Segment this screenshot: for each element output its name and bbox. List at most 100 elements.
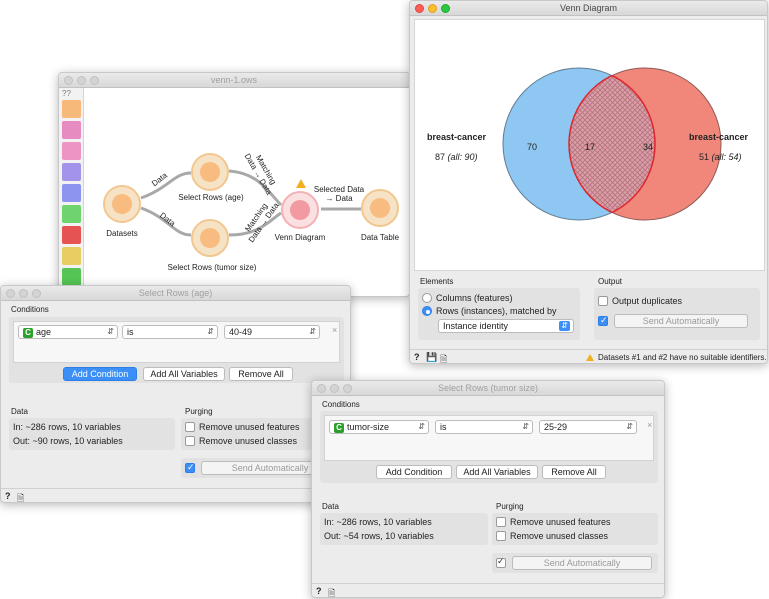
age-statusbar: ? 🗎 [1,488,350,502]
age-title: Select Rows (age) [138,288,213,298]
elements-panel: Columns (features) Rows (instances), mat… [418,288,580,340]
select-tumor-node[interactable] [191,219,229,257]
tumor-add-all-button[interactable]: Add All Variables [456,465,538,479]
age-purge-features-checkbox[interactable] [185,422,195,432]
report-icon[interactable]: 🗎 [328,586,335,597]
venn-label: Venn Diagram [274,233,326,242]
columns-radio[interactable] [422,293,432,303]
chevron-icon: ⇵ [626,422,633,431]
elements-title: Elements [420,277,454,286]
tumor-data-title: Data [322,502,339,511]
output-duplicates-checkbox[interactable] [598,296,608,306]
tumor-send-auto-button[interactable]: Send Automatically [512,556,652,570]
tumor-operator-select[interactable]: is ⇵ [435,420,533,434]
tumor-conditions-title: Conditions [322,400,360,409]
venn-statusbar: ? 💾 🗎 Datasets #1 and #2 have no suitabl… [410,349,767,363]
remove-condition-icon[interactable]: × [647,420,652,430]
tumor-add-condition-button[interactable]: Add Condition [376,465,452,479]
select-age-label: Select Rows (age) [178,193,244,202]
tumor-purge-classes-label: Remove unused classes [510,531,609,541]
age-send-auto-checkbox[interactable] [185,462,195,473]
tumor-purge-classes-checkbox[interactable] [496,531,506,541]
left-set-count: 87 (all: 90) [435,152,478,162]
output-panel: Output duplicates Send Automatically [594,288,760,340]
venn-send-auto-button[interactable]: Send Automatically [614,314,748,328]
rows-radio[interactable] [422,306,432,316]
venn-title: Venn Diagram [559,3,618,13]
match-by-select[interactable]: Instance identity ⇵ [438,319,574,333]
status-text: Datasets #1 and #2 have no suitable iden… [598,353,767,362]
age-data-out: Out: ~90 rows, 10 variables [13,436,123,446]
tumor-purging-panel: Remove unused features Remove unused cla… [492,513,658,545]
warning-icon [296,179,306,188]
age-value-value: 40-49 [229,327,253,337]
right-count-all: (all: 54) [711,152,742,162]
age-purge-classes-checkbox[interactable] [185,436,195,446]
age-value-select[interactable]: 40-49 ⇵ [224,325,320,339]
link-label-selected: Selected Data → Data [313,185,365,203]
tumor-purge-features-label: Remove unused features [510,517,611,527]
age-remove-all-button[interactable]: Remove All [229,367,293,381]
age-purging-title: Purging [185,407,213,416]
help-icon[interactable]: ? [414,352,420,362]
workflow-window: venn-1.ows ?? Datasets Select Rows (age)… [58,72,410,297]
age-purge-features-label: Remove unused features [199,422,300,432]
tumor-statusbar: ? 🗎 [312,583,664,597]
left-count-value: 87 [435,152,446,162]
only-left-count: 70 [527,142,538,152]
save-icon[interactable]: 💾 [426,352,437,363]
match-by-value: Instance identity [443,321,509,331]
venn-titlebar: Venn Diagram [410,1,767,16]
status-warning-icon [586,354,594,361]
tumor-value-select[interactable]: 25-29 ⇵ [539,420,637,434]
age-attribute-value: age [36,327,52,337]
chevron-icon: ⇵ [418,422,425,431]
select-age-node[interactable] [191,153,229,191]
age-add-all-button[interactable]: Add All Variables [143,367,225,381]
right-set-count: 51 (all: 54) [699,152,742,162]
right-set-name: breast-cancer [689,132,749,142]
tumor-attribute-value: tumor-size [347,422,390,432]
age-data-in: In: ~286 rows, 10 variables [13,422,121,432]
chevron-icon: ⇵ [207,327,214,336]
age-operator-select[interactable]: is ⇵ [122,325,218,339]
age-operator-value: is [127,327,134,337]
age-condition-area: Cage ⇵ is ⇵ 40-49 ⇵ × [13,321,340,363]
tumor-conditions-panel: Ctumor-size ⇵ is ⇵ 25-29 ⇵ × Add Conditi… [320,411,658,483]
help-icon[interactable]: ? [5,491,11,501]
tumor-condition-area: Ctumor-size ⇵ is ⇵ 25-29 ⇵ × [324,415,654,461]
venn-canvas: 70 17 34 breast-cancer 87 (all: 90) brea… [414,19,765,271]
chevron-icon: ⇵ [107,327,114,336]
tumor-title: Select Rows (tumor size) [437,383,539,393]
check-icon: ✓ [497,556,505,566]
tumor-purge-features-checkbox[interactable] [496,517,506,527]
datasets-label: Datasets [106,229,138,238]
tumor-remove-all-button[interactable]: Remove All [542,465,606,479]
output-title: Output [598,277,623,286]
tumor-value-value: 25-29 [544,422,568,432]
age-data-title: Data [11,407,28,416]
left-count-all: (all: 90) [447,152,478,162]
venn-send-auto-checkbox[interactable] [598,315,608,326]
data-table-label: Data Table [360,233,400,242]
select-arrow-icon: ⇵ [559,321,570,331]
age-purge-classes-label: Remove unused classes [199,436,298,446]
output-duplicates-label: Output duplicates [612,296,683,306]
tumor-operator-value: is [440,422,447,432]
categorical-icon: C [23,327,33,338]
left-set-name: breast-cancer [427,132,487,142]
venn-window: Venn Diagram 70 17 34 breast-cancer 87 (… [409,0,768,364]
age-attribute-select[interactable]: Cage ⇵ [18,325,118,339]
rows-label: Rows (instances), matched by [436,306,557,316]
report-icon[interactable]: 🗎 [440,352,447,363]
tumor-send-panel: ✓ Send Automatically [492,553,658,573]
age-add-condition-button[interactable]: Add Condition [63,367,137,381]
help-icon[interactable]: ? [316,586,322,596]
tumor-attribute-select[interactable]: Ctumor-size ⇵ [329,420,429,434]
remove-condition-icon[interactable]: × [332,325,337,335]
report-icon[interactable]: 🗎 [17,491,24,502]
datasets-node[interactable] [103,185,141,223]
age-conditions-title: Conditions [11,305,49,314]
tumor-data-out: Out: ~54 rows, 10 variables [324,531,434,541]
tumor-data-panel: In: ~286 rows, 10 variables Out: ~54 row… [320,513,488,545]
